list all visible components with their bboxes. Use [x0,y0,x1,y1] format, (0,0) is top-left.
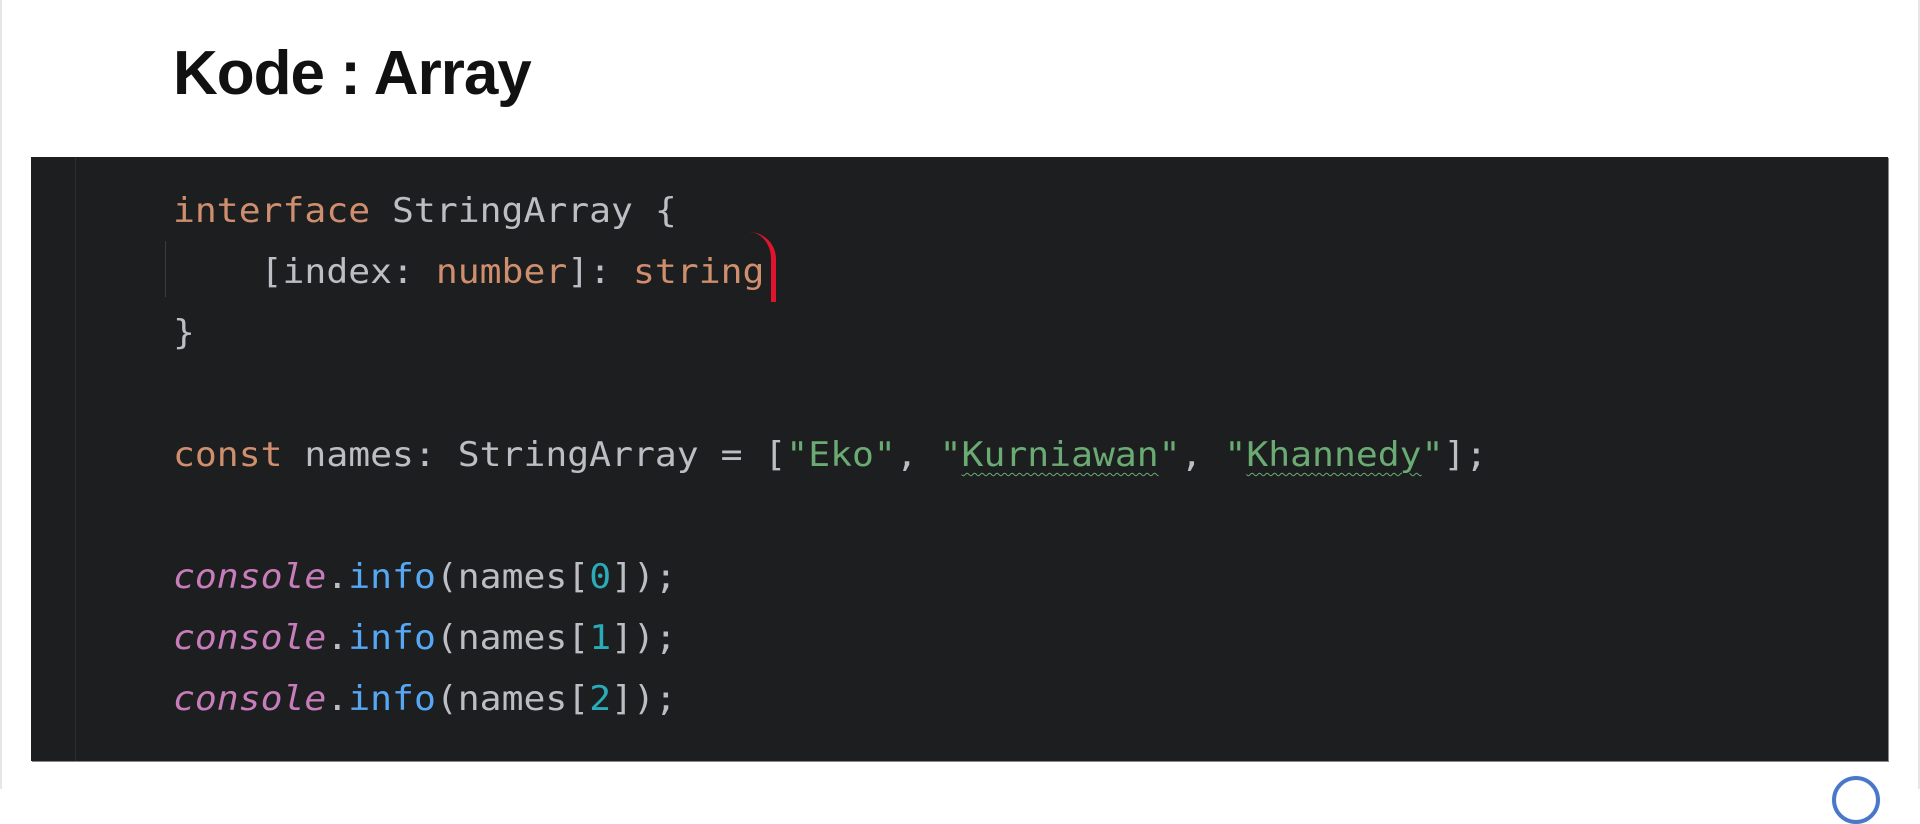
code-line: interface StringArray { [173,191,677,231]
code-text: interface StringArray { [index: number]:… [173,181,1487,730]
slide-title: Kode : Array [173,39,532,108]
code-line: const names: StringArray = ["Eko", "Kurn… [173,435,1488,475]
code-line: console.info(names[1]); [173,618,677,658]
code-line: } [173,313,195,353]
code-line: [index: number]: string [173,252,765,292]
spelling-warning: Khannedy [1246,435,1422,475]
left-edge [0,0,2,789]
gutter-divider [75,157,76,761]
code-line: console.info(names[2]); [173,679,677,719]
indent-guide [165,241,166,297]
pointer-cursor-icon [1832,776,1880,824]
code-block: interface StringArray { [index: number]:… [31,157,1888,761]
code-line: console.info(names[0]); [173,557,677,597]
spelling-warning: Kurniawan [961,435,1159,475]
